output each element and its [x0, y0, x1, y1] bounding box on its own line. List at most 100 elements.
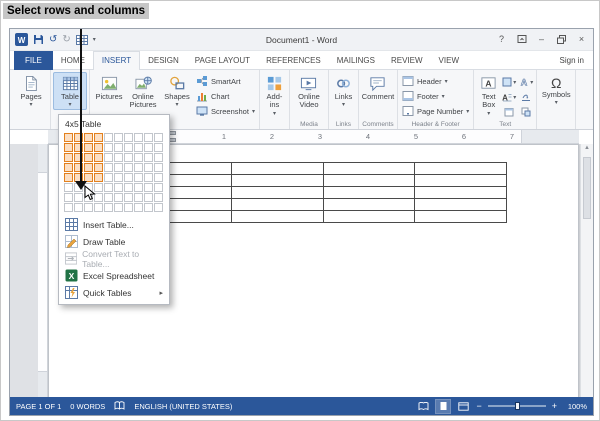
table-grid-cell[interactable] — [64, 153, 73, 162]
table-grid-cell[interactable] — [84, 163, 93, 172]
table-grid-cell[interactable] — [134, 183, 143, 192]
table-grid-cell[interactable] — [94, 153, 103, 162]
wordart-button[interactable]: A ▾ — [518, 75, 534, 89]
ribbon-display-options-button[interactable] — [513, 31, 530, 47]
web-layout-button[interactable] — [456, 400, 470, 413]
shapes-button[interactable]: Shapes ▾ — [160, 72, 194, 110]
table-grid-cell[interactable] — [154, 173, 163, 182]
redo-icon[interactable]: ↻ — [62, 35, 70, 45]
document-table-cell[interactable] — [323, 187, 415, 199]
table-grid-cell[interactable] — [64, 163, 73, 172]
drop-cap-button[interactable]: A ▾ — [501, 90, 517, 104]
table-grid-cell[interactable] — [144, 133, 153, 142]
table-grid-cell[interactable] — [144, 183, 153, 192]
table-grid-cell[interactable] — [124, 173, 133, 182]
table-grid-cell[interactable] — [84, 133, 93, 142]
table-grid-cell[interactable] — [114, 143, 123, 152]
screenshot-button[interactable]: Screenshot ▾ — [194, 104, 257, 118]
read-mode-button[interactable] — [416, 400, 430, 413]
table-size-grid[interactable] — [59, 131, 169, 216]
minimize-button[interactable]: – — [533, 31, 550, 47]
document-table[interactable] — [139, 162, 507, 223]
tab-page-layout[interactable]: PAGE LAYOUT — [187, 51, 258, 70]
menu-item-insert-table[interactable]: Insert Table... — [59, 216, 169, 233]
table-grid-cell[interactable] — [124, 203, 133, 212]
restore-button[interactable] — [553, 31, 570, 47]
table-grid-cell[interactable] — [144, 173, 153, 182]
sign-in-link[interactable]: Sign in — [560, 56, 593, 65]
table-grid-cell[interactable] — [104, 143, 113, 152]
document-table-cell[interactable] — [231, 175, 323, 187]
table-grid-cell[interactable] — [64, 133, 73, 142]
table-grid-cell[interactable] — [144, 203, 153, 212]
table-grid-cell[interactable] — [154, 193, 163, 202]
table-grid-cell[interactable] — [64, 203, 73, 212]
signature-line-button[interactable] — [518, 90, 534, 104]
smartart-button[interactable]: SmartArt — [194, 74, 257, 88]
table-grid-cell[interactable] — [114, 173, 123, 182]
table-grid-cell[interactable] — [114, 133, 123, 142]
table-grid-cell[interactable] — [134, 193, 143, 202]
table-grid-cell[interactable] — [84, 143, 93, 152]
header-button[interactable]: Header ▾ — [400, 74, 471, 88]
pictures-button[interactable]: Pictures — [92, 72, 126, 102]
tab-review[interactable]: REVIEW — [383, 51, 431, 70]
zoom-slider-thumb[interactable] — [515, 402, 520, 410]
document-table-cell[interactable] — [323, 163, 415, 175]
quick-parts-button[interactable]: ▾ — [501, 75, 517, 89]
menu-item-excel-spreadsheet[interactable]: X Excel Spreadsheet — [59, 267, 169, 284]
qat-dropdown-arrow-icon[interactable]: ▾ — [93, 36, 96, 43]
document-table-cell[interactable] — [231, 211, 323, 223]
table-grid-cell[interactable] — [94, 163, 103, 172]
table-grid-cell[interactable] — [94, 143, 103, 152]
page-number-button[interactable]: Page Number ▾ — [400, 104, 471, 118]
object-button[interactable] — [518, 105, 534, 119]
close-button[interactable]: × — [573, 31, 590, 47]
chart-button[interactable]: Chart — [194, 89, 257, 103]
save-icon[interactable] — [33, 34, 44, 45]
tab-mailings[interactable]: MAILINGS — [329, 51, 383, 70]
text-box-button[interactable]: A Text Box ▾ — [476, 72, 501, 119]
document-table-cell[interactable] — [323, 211, 415, 223]
zoom-in-button[interactable]: + — [552, 402, 557, 411]
pages-button[interactable]: Pages ▾ — [14, 72, 48, 110]
table-grid-cell[interactable] — [94, 133, 103, 142]
table-grid-cell[interactable] — [104, 183, 113, 192]
links-button[interactable]: Links ▾ — [331, 72, 356, 110]
table-grid-cell[interactable] — [114, 203, 123, 212]
table-grid-cell[interactable] — [104, 173, 113, 182]
hanging-indent-marker[interactable] — [169, 138, 176, 142]
table-grid-cell[interactable] — [134, 133, 143, 142]
online-pictures-button[interactable]: Online Pictures — [126, 72, 160, 111]
table-grid-cell[interactable] — [94, 203, 103, 212]
help-button[interactable]: ? — [493, 31, 510, 47]
menu-item-draw-table[interactable]: Draw Table — [59, 233, 169, 250]
table-grid-cell[interactable] — [74, 193, 83, 202]
table-grid-cell[interactable] — [124, 183, 133, 192]
table-grid-cell[interactable] — [134, 173, 143, 182]
table-grid-cell[interactable] — [154, 153, 163, 162]
comment-button[interactable]: Comment — [361, 72, 395, 102]
table-grid-cell[interactable] — [74, 203, 83, 212]
table-grid-cell[interactable] — [114, 183, 123, 192]
table-grid-cell[interactable] — [134, 163, 143, 172]
zoom-out-button[interactable]: − — [476, 402, 481, 411]
table-grid-cell[interactable] — [104, 163, 113, 172]
table-grid-cell[interactable] — [94, 173, 103, 182]
footer-button[interactable]: Footer ▾ — [400, 89, 471, 103]
table-grid-cell[interactable] — [124, 143, 133, 152]
document-table-cell[interactable] — [415, 187, 507, 199]
table-grid-cell[interactable] — [154, 203, 163, 212]
table-grid-cell[interactable] — [104, 153, 113, 162]
document-table-cell[interactable] — [231, 163, 323, 175]
first-line-indent-marker[interactable] — [169, 131, 176, 135]
vertical-ruler[interactable] — [38, 144, 48, 397]
scrollbar-thumb[interactable] — [583, 157, 591, 219]
table-grid-cell[interactable] — [84, 153, 93, 162]
vertical-scrollbar[interactable]: ▲ — [580, 144, 593, 397]
table-grid-cell[interactable] — [154, 143, 163, 152]
date-time-button[interactable] — [501, 105, 517, 119]
zoom-level[interactable]: 100% — [563, 402, 587, 411]
table-grid-cell[interactable] — [134, 143, 143, 152]
table-grid-cell[interactable] — [114, 163, 123, 172]
